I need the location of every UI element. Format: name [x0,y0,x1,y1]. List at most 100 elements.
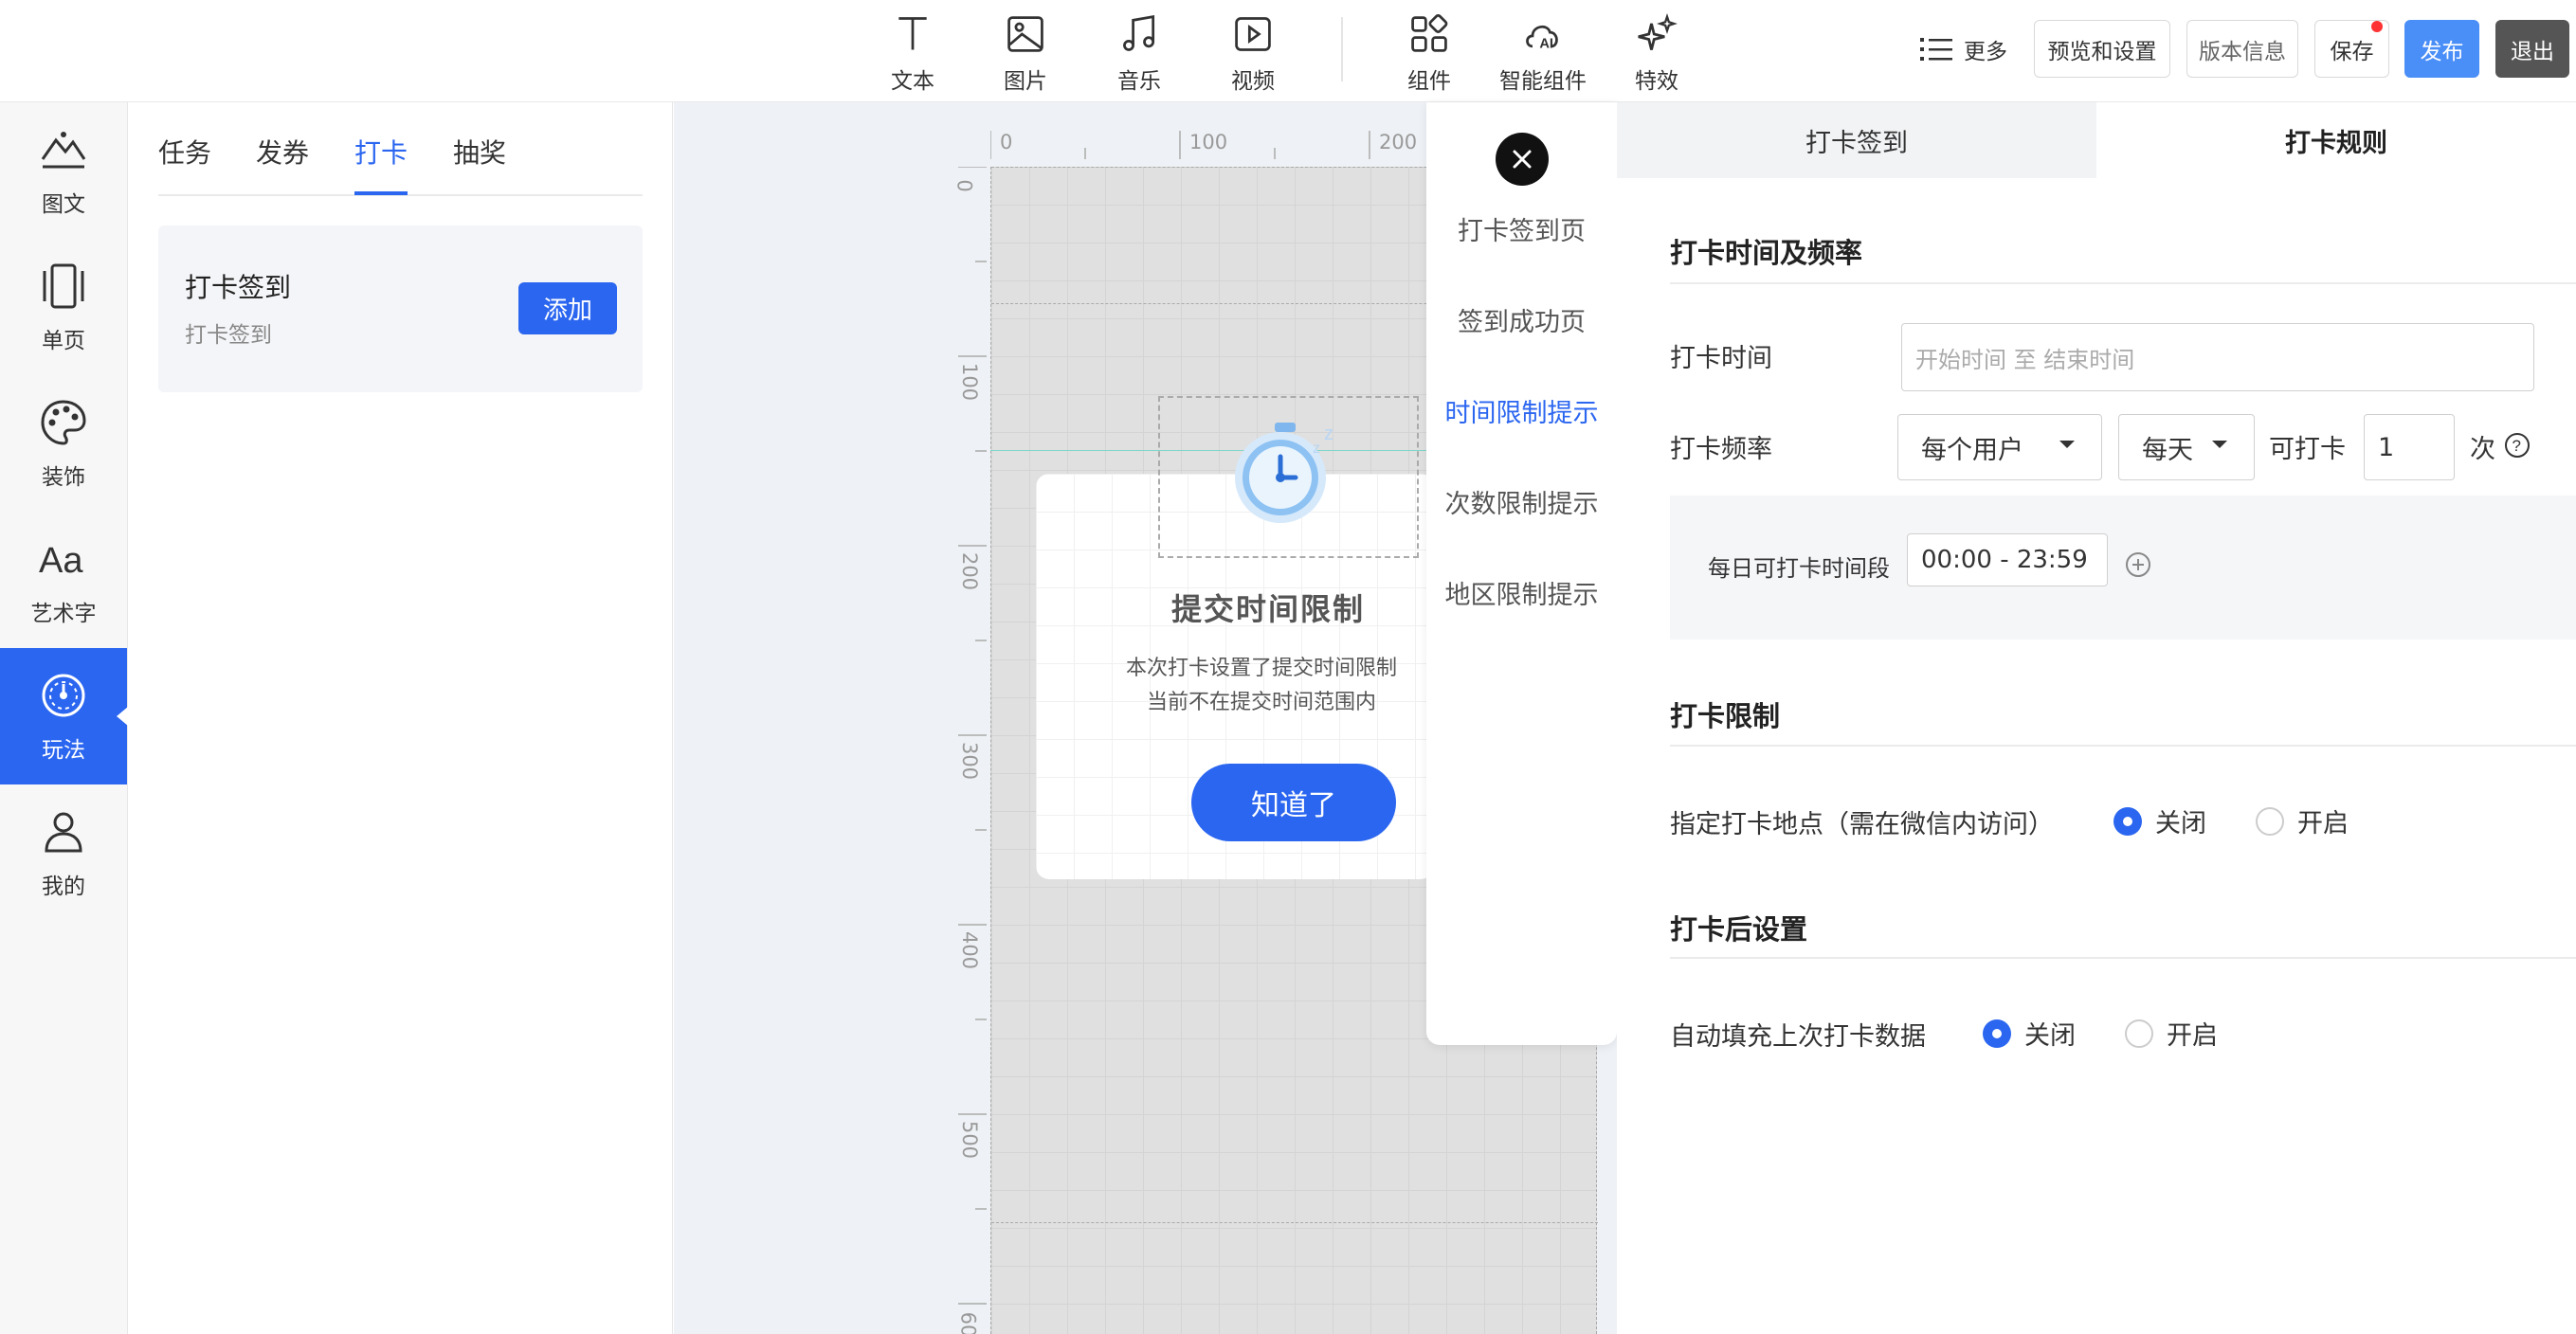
tab-lottery[interactable]: 抽奖 [453,133,506,171]
component-panel: 任务 发券 打卡 抽奖 打卡签到 打卡签到 添加 [128,102,673,1334]
effects-tool-button[interactable]: 特效 [1600,9,1714,95]
select-value: 每天 [2142,435,2193,465]
svg-text:Aa: Aa [39,541,83,581]
autofill-label: 自动填充上次打卡数据 [1670,1022,1926,1052]
active-indicator [117,707,128,726]
radio-label: 关闭 [2155,809,2206,838]
ai-component-tool-label: 智能组件 [1499,69,1587,94]
top-toolbar: 文本 图片 音乐 视频 组件 AI 智能组件 特效 更多 预览和设置 版本信息 … [0,0,2576,102]
music-tool-button[interactable]: 音乐 [1082,9,1196,95]
image-text-icon [41,132,86,169]
page-item-count-limit[interactable]: 次数限制提示 [1426,483,1617,520]
section-divider [1670,957,2576,959]
ruler-label: 200 [1379,131,1418,153]
location-off-radio[interactable]: 关闭 [2113,802,2206,839]
daily-time-slot-label: 每日可打卡时间段 [1708,555,1890,582]
sidebar-item-gameplay[interactable]: 玩法 [0,648,128,784]
music-tool-label: 音乐 [1117,69,1161,94]
page-list-popup: 打卡签到页 签到成功页 时间限制提示 次数限制提示 地区限制提示 [1426,102,1617,1045]
video-tool-label: 视频 [1231,69,1275,94]
checkin-count-input[interactable]: 1 [2364,414,2455,480]
single-page-icon [43,263,84,309]
chevron-down-icon [2059,441,2075,448]
modal-message-line: 当前不在提交时间范围内 [1146,691,1376,714]
close-icon [1513,150,1532,169]
autofill-off-radio[interactable]: 关闭 [1983,1015,2076,1052]
image-tool-button[interactable]: 图片 [969,9,1082,95]
unsaved-dot [2371,21,2383,32]
video-icon [1235,17,1271,51]
frequency-user-select[interactable]: 每个用户 [1897,414,2102,480]
user-icon [45,812,82,853]
sidebar-label: 装饰 [42,465,85,490]
autofill-on-radio[interactable]: 开启 [2125,1015,2218,1052]
card-subtitle: 打卡签到 [185,323,272,348]
modal-message-line: 本次打卡设置了提交时间限制 [1125,657,1397,680]
effects-tool-label: 特效 [1635,69,1678,94]
checkin-time-label: 打卡时间 [1670,344,1772,373]
location-on-radio[interactable]: 开启 [2256,802,2349,839]
save-button[interactable]: 保存 [2314,20,2389,78]
page-item-checkin[interactable]: 打卡签到页 [1426,210,1617,247]
ruler-label: 400 [958,930,982,970]
art-text-icon: Aa [39,541,83,581]
exit-button[interactable]: 退出 [2495,20,2569,78]
add-circle-icon[interactable] [2125,551,2151,578]
tab-checkin[interactable]: 打卡 [354,133,408,171]
tab-checkin-rules[interactable]: 打卡规则 [2096,102,2576,178]
sidebar-item-image-text[interactable]: 图文 [0,102,127,239]
radio-label: 关闭 [2024,1021,2076,1051]
active-tab-underline [354,191,408,195]
component-tool-label: 组件 [1407,69,1451,94]
close-button[interactable] [1496,133,1549,186]
version-info-button[interactable]: 版本信息 [2186,20,2298,78]
effects-icon [1638,13,1678,50]
radio-dot-checked [1983,1019,2011,1048]
more-button[interactable]: 更多 [1920,30,2007,68]
add-component-button[interactable]: 添加 [518,282,617,334]
video-tool-button[interactable]: 视频 [1196,9,1310,95]
page-item-time-limit[interactable]: 时间限制提示 [1426,392,1617,429]
tab-task[interactable]: 任务 [158,133,211,171]
publish-button[interactable]: 发布 [2404,20,2479,78]
sidebar-label: 单页 [42,329,85,353]
section-title-after-checkin: 打卡后设置 [1670,913,1808,946]
checkin-time-range-input[interactable]: 开始时间 至 结束时间 [1901,323,2534,391]
ruler-label: 100 [958,362,982,402]
frequency-period-select[interactable]: 每天 [2118,414,2255,480]
daily-time-slot-input[interactable]: 00:00 - 23:59 [1907,533,2108,586]
modal-title: 提交时间限制 [1170,591,1365,627]
svg-text:z: z [1313,441,1320,457]
svg-text:?: ? [2513,437,2521,455]
radio-dot [2256,806,2284,836]
music-icon [1123,15,1155,51]
times-unit-label: 次 [2470,435,2495,464]
image-tool-label: 图片 [1004,69,1047,94]
component-tool-button[interactable]: 组件 [1372,9,1486,95]
sidebar-item-art-text[interactable]: Aa 艺术字 [0,512,127,648]
got-it-button[interactable]: 知道了 [1191,764,1396,841]
ruler-label: 300 [958,741,982,781]
ruler-label: 0 [952,179,976,192]
text-tool-button[interactable]: 文本 [856,9,970,95]
tab-checkin-settings[interactable]: 打卡签到 [1617,102,2096,178]
card-title: 打卡签到 [185,272,292,303]
page-item-success[interactable]: 签到成功页 [1426,301,1617,338]
sidebar-item-decoration[interactable]: 装饰 [0,375,127,512]
list-icon [1920,38,1952,61]
sidebar-item-mine[interactable]: 我的 [0,784,127,921]
radio-label: 开启 [2297,809,2349,838]
page-item-region-limit[interactable]: 地区限制提示 [1426,574,1617,611]
tab-coupon[interactable]: 发券 [256,133,309,171]
safe-area-line [991,1222,1598,1223]
ruler-label: 100 [1189,131,1228,153]
location-label: 指定打卡地点（需在微信内访问） [1670,810,2054,839]
preview-settings-button[interactable]: 预览和设置 [2034,20,2170,78]
ai-component-tool-button[interactable]: AI 智能组件 [1486,9,1600,95]
radio-dot-checked [2113,806,2142,836]
settings-panel: 打卡签到 打卡规则 打卡时间及频率 打卡时间 开始时间 至 结束时间 打卡频率 … [1617,102,2576,1334]
palette-icon [41,400,86,445]
sidebar-item-single-page[interactable]: 单页 [0,239,127,375]
sidebar-label: 玩法 [42,738,85,763]
help-icon[interactable]: ? [2504,432,2531,459]
